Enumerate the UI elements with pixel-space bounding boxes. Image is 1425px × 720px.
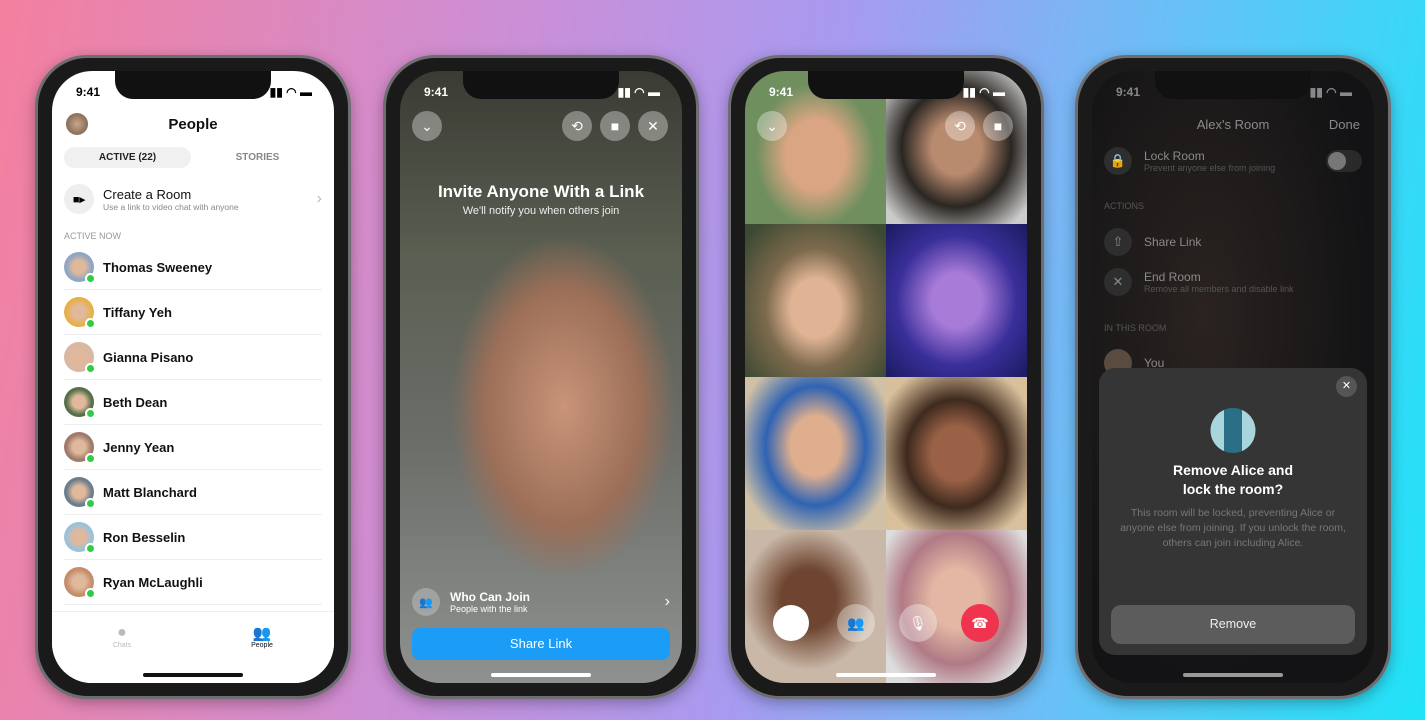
- participant-video: [886, 224, 1027, 377]
- remove-dialog: ✕ Remove Alice and lock the room? This ro…: [1099, 368, 1367, 655]
- share-link-row[interactable]: ⇧ Share Link: [1104, 228, 1362, 256]
- who-can-join-row[interactable]: 👥 Who Can Join People with the link ›: [412, 588, 670, 616]
- online-indicator: [85, 453, 96, 464]
- contact-name: Thomas Sweeney: [103, 259, 213, 275]
- camera-preview: 9:41 ▮▮ ◠ ▬ ⌄ ⟲ ■ ✕ Invite Anyone With a …: [400, 71, 682, 683]
- people-icon: 👥: [252, 625, 272, 642]
- participants-button[interactable]: 👥: [837, 604, 875, 642]
- chevron-right-icon: ›: [316, 190, 322, 207]
- video-camera-icon: ■▸: [64, 184, 94, 214]
- capture-button[interactable]: [773, 605, 809, 641]
- section-header: ACTIVE NOW: [64, 231, 122, 241]
- avatar: [64, 432, 96, 464]
- contact-name: Ryan McLaughli: [103, 574, 203, 590]
- contact-row[interactable]: Matt Blanchard: [64, 470, 322, 515]
- online-indicator: [85, 363, 96, 374]
- phone-people: 9:41 ▮▮ ◠ ▬ People ACTIVE (22) STORIES ■▸…: [35, 55, 351, 699]
- avatar: [64, 567, 96, 599]
- phone-room-settings: 9:41 ▮▮ ◠ ▬ Alex's Room Done 🔒 Lock Room P…: [1075, 55, 1391, 699]
- contact-name: Matt Blanchard: [103, 484, 197, 500]
- video-toggle-button[interactable]: ■: [600, 111, 630, 141]
- tab-stories[interactable]: STORIES: [194, 147, 321, 168]
- video-toggle-button[interactable]: ■: [983, 111, 1013, 141]
- online-indicator: [85, 588, 96, 599]
- collapse-button[interactable]: ⌄: [412, 111, 442, 141]
- video-grid: 9:41 ▮▮ ◠ ▬ ⌄ ⟲ ■ 👥 🎙 ☎: [745, 71, 1027, 683]
- in-room-header: IN THIS ROOM: [1104, 323, 1167, 333]
- status-icons: ▮▮ ◠ ▬: [269, 85, 312, 99]
- online-indicator: [85, 543, 96, 554]
- collapse-button[interactable]: ⌄: [757, 111, 787, 141]
- status-time: 9:41: [76, 85, 101, 99]
- people-icon: 👥: [412, 588, 440, 616]
- flip-camera-button[interactable]: ⟲: [945, 111, 975, 141]
- online-indicator: [85, 498, 96, 509]
- avatar: [64, 522, 96, 554]
- lock-room-row: 🔒 Lock Room Prevent anyone else from join…: [1104, 147, 1362, 175]
- share-icon: ⇧: [1104, 228, 1132, 256]
- contact-name: Jenny Yean: [103, 439, 175, 455]
- dialog-title: Remove Alice and lock the room?: [1172, 462, 1294, 497]
- close-button[interactable]: ✕: [638, 111, 668, 141]
- chat-bubble-icon: ●: [117, 624, 127, 641]
- actions-header: ACTIONS: [1104, 201, 1145, 211]
- remove-button[interactable]: Remove: [1111, 605, 1355, 644]
- invite-subtitle: We'll notify you when others join: [462, 205, 620, 217]
- contact-row[interactable]: Jenny Yean: [64, 425, 322, 470]
- close-icon: ✕: [1104, 268, 1132, 296]
- lock-icon: 🔒: [1104, 147, 1132, 175]
- contact-row[interactable]: Ryan McLaughli: [64, 560, 322, 605]
- close-dialog-button[interactable]: ✕: [1336, 376, 1357, 397]
- alice-avatar: [1210, 408, 1256, 453]
- contact-row[interactable]: Tiffany Yeh: [64, 290, 322, 335]
- tab-active[interactable]: ACTIVE (22): [64, 147, 191, 168]
- dialog-body: This room will be locked, preventing Ali…: [1120, 507, 1346, 549]
- done-button[interactable]: Done: [1329, 117, 1360, 132]
- phone-invite: 9:41 ▮▮ ◠ ▬ ⌄ ⟲ ■ ✕ Invite Anyone With a …: [383, 55, 699, 699]
- contact-name: Beth Dean: [103, 394, 168, 410]
- participant-video: [745, 377, 886, 530]
- contact-name: Gianna Pisano: [103, 349, 194, 365]
- contact-name: Ron Besselin: [103, 529, 186, 545]
- contact-name: Tiffany Yeh: [103, 304, 172, 320]
- tab-chats[interactable]: ● Chats: [92, 624, 152, 649]
- share-link-button[interactable]: Share Link: [412, 628, 670, 660]
- end-room-row[interactable]: ✕ End Room Remove all members and disable…: [1104, 268, 1362, 296]
- contact-row[interactable]: Thomas Sweeney: [64, 245, 322, 290]
- tab-people[interactable]: 👥 People: [232, 624, 292, 649]
- end-call-button[interactable]: ☎: [961, 604, 999, 642]
- phone-group-call: 9:41 ▮▮ ◠ ▬ ⌄ ⟲ ■ 👥 🎙 ☎: [728, 55, 1044, 699]
- flip-camera-button[interactable]: ⟲: [562, 111, 592, 141]
- page-title: People: [168, 116, 218, 133]
- avatar: [64, 342, 96, 374]
- avatar: [64, 387, 96, 419]
- invite-title: Invite Anyone With a Link: [437, 182, 645, 201]
- participant-video: [886, 377, 1027, 530]
- microphone-button[interactable]: 🎙: [899, 604, 937, 642]
- chevron-right-icon: ›: [664, 593, 670, 610]
- contact-row[interactable]: Beth Dean: [64, 380, 322, 425]
- avatar: [64, 252, 96, 284]
- create-room-row[interactable]: ■▸ Create a Room Use a link to video chat…: [64, 181, 322, 217]
- online-indicator: [85, 273, 96, 284]
- online-indicator: [85, 318, 96, 329]
- participant-video: [745, 224, 886, 377]
- create-room-subtitle: Use a link to video chat with anyone: [103, 201, 239, 212]
- contact-row[interactable]: Gianna Pisano: [64, 335, 322, 380]
- contact-row[interactable]: Ron Besselin: [64, 515, 322, 560]
- online-indicator: [85, 408, 96, 419]
- avatar: [64, 477, 96, 509]
- avatar: [64, 297, 96, 329]
- create-room-title: Create a Room: [103, 186, 192, 202]
- lock-room-toggle[interactable]: [1326, 150, 1362, 172]
